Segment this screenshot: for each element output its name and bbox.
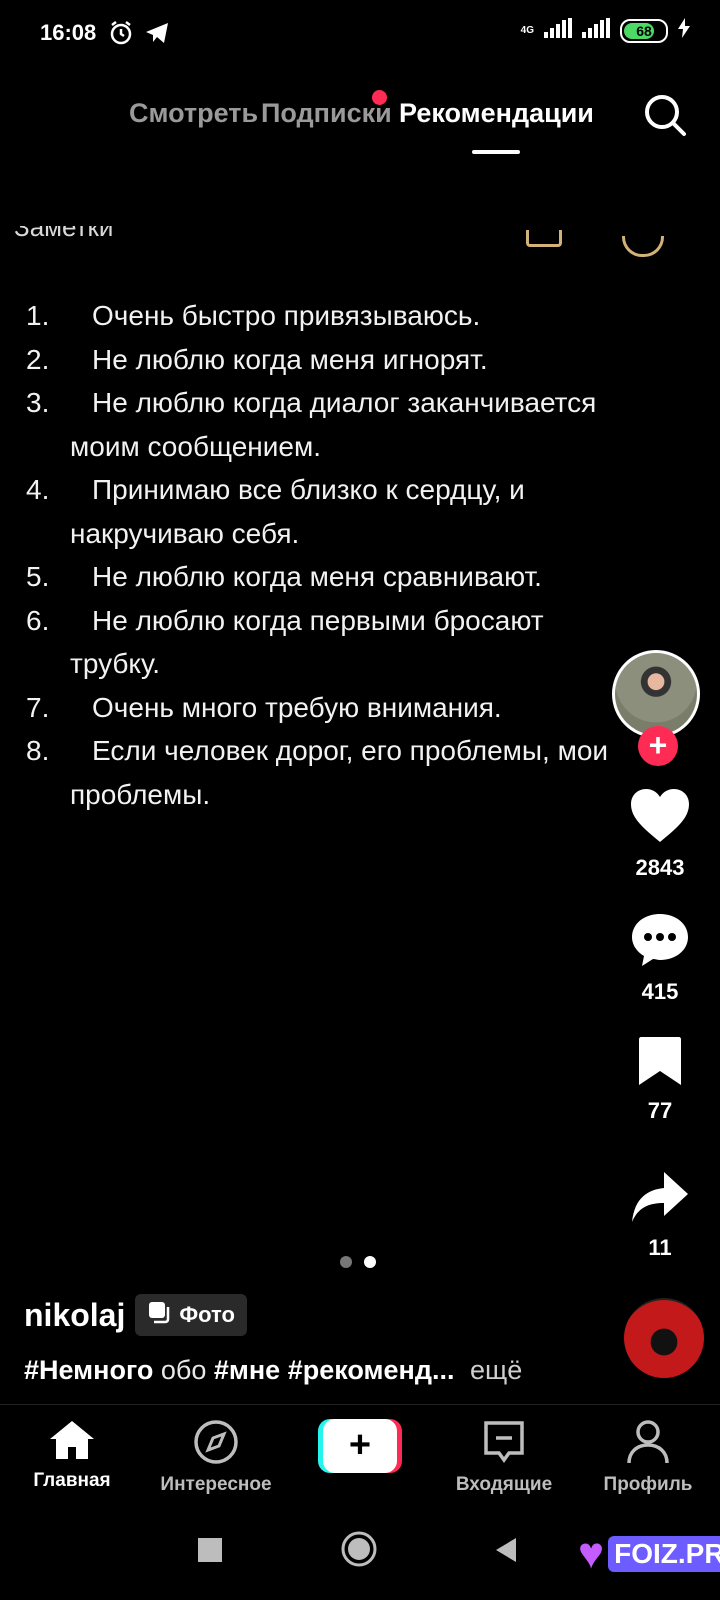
photo-badge-label: Фото	[179, 1302, 235, 1327]
bottom-nav: Главная Интересное + Входящие Профиль	[0, 1404, 720, 1505]
battery-level: 68	[636, 22, 652, 39]
list-item: 6. Не люблю когда первыми бросают трубку.	[26, 599, 616, 686]
create-button[interactable]: +	[318, 1419, 402, 1473]
more-link[interactable]: ещё	[470, 1355, 522, 1385]
list-text: Не люблю когда диалог заканчивается моим…	[70, 387, 597, 462]
status-time: 16:08	[40, 20, 97, 45]
heart-logo-icon: ♥	[578, 1529, 605, 1578]
share-arrow-icon[interactable]	[630, 1172, 690, 1228]
home-circle-icon[interactable]	[340, 1530, 378, 1573]
list-item: 4. Принимаю все близко к сердцу, и накруч…	[26, 468, 616, 555]
profile-icon[interactable]	[626, 1420, 670, 1469]
watermark: ♥ FOIZ.PRO	[578, 1532, 720, 1576]
caption-word: обо	[160, 1355, 207, 1385]
author-name[interactable]: nikolaj	[24, 1297, 125, 1334]
top-tabs: Смотреть Подписки Рекомендации	[0, 90, 720, 160]
compass-icon[interactable]	[193, 1420, 239, 1469]
like-button[interactable]: 2843	[600, 788, 720, 881]
hashtag[interactable]: #мне	[214, 1355, 280, 1385]
charging-icon	[678, 18, 690, 43]
list-text: Не люблю когда меня игнорят.	[92, 343, 488, 375]
share-icon	[526, 230, 562, 247]
plus-icon[interactable]: +	[323, 1419, 397, 1473]
signal-icon	[544, 18, 572, 43]
like-count: 2843	[635, 855, 685, 880]
comment-icon[interactable]	[630, 914, 690, 972]
heart-icon[interactable]	[629, 789, 691, 848]
list-number: 8.	[26, 735, 50, 766]
list-text: Не люблю когда первыми бросают трубку.	[70, 604, 544, 680]
nav-label-discover: Интересное	[160, 1474, 272, 1495]
telegram-icon	[144, 20, 170, 51]
photo-mode-icon	[147, 1300, 173, 1330]
list-item: 8. Если человек дорог, его проблемы, мои …	[26, 729, 616, 816]
back-icon[interactable]	[494, 1536, 518, 1569]
list-number: 7.	[26, 691, 50, 723]
notification-dot	[372, 90, 387, 105]
notes-header-cut: Заметки	[0, 226, 720, 250]
list-text: Очень много требую внимания.	[92, 691, 502, 723]
comment-button[interactable]: 415	[600, 912, 720, 1005]
comment-count: 415	[641, 979, 679, 1004]
list-item: 1. Очень быстро привязываюсь.	[26, 294, 616, 338]
save-button[interactable]: 77	[600, 1035, 720, 1124]
list-text: Принимаю все близко к сердцу, и накручив…	[70, 474, 525, 549]
author-row: nikolaj Фото	[24, 1294, 247, 1336]
note-list: 1. Очень быстро привязываюсь. 2. Не люблю …	[26, 294, 616, 816]
list-number: 6.	[26, 604, 50, 636]
list-text: Очень быстро привязываюсь.	[92, 300, 481, 331]
list-item: 2. Не люблю когда меня игнорят.	[26, 338, 616, 382]
list-item: 3. Не люблю когда диалог заканчивается мо…	[26, 381, 616, 468]
photo-badge: Фото	[135, 1294, 247, 1336]
tab-recommendations[interactable]: Рекомендации	[399, 98, 594, 129]
nav-label-home: Главная	[33, 1470, 111, 1491]
recents-icon[interactable]	[198, 1538, 222, 1567]
nav-label-inbox: Входящие	[455, 1474, 553, 1495]
bookmark-icon[interactable]	[637, 1037, 683, 1091]
status-bar: 16:08 4G 68	[0, 0, 720, 70]
list-number: 4.	[26, 474, 50, 505]
search-icon[interactable]	[640, 90, 690, 140]
alarm-icon	[108, 20, 134, 51]
author-avatar-wrap[interactable]: +	[612, 650, 700, 766]
list-item: 7. Очень много требую внимания.	[26, 686, 616, 730]
list-number: 3.	[26, 387, 50, 418]
save-count: 77	[647, 1098, 673, 1123]
carousel-dot[interactable]	[340, 1256, 352, 1268]
list-number: 1.	[26, 300, 50, 331]
home-icon[interactable]	[48, 1421, 96, 1465]
tab-watch[interactable]: Смотреть	[129, 98, 258, 129]
hashtag[interactable]: #рекоменд...	[288, 1355, 455, 1385]
list-item: 5. Не люблю когда меня сравнивают.	[26, 555, 616, 599]
inbox-icon[interactable]	[481, 1421, 527, 1469]
more-icon	[622, 236, 664, 257]
list-text: Если человек дорог, его проблемы, мои пр…	[70, 735, 609, 810]
list-number: 2.	[26, 343, 50, 375]
follow-button[interactable]: +	[638, 726, 678, 766]
watermark-text: FOIZ.PRO	[608, 1536, 720, 1572]
nav-label-profile: Профиль	[603, 1474, 693, 1495]
list-number: 5.	[26, 561, 50, 592]
list-text: Не люблю когда меня сравнивают.	[92, 561, 542, 592]
network-type: 4G	[520, 25, 534, 36]
nav-profile[interactable]: Профиль	[578, 1419, 718, 1496]
active-tab-indicator	[472, 150, 520, 154]
signal-icon-2	[582, 18, 610, 43]
nav-inbox[interactable]: Входящие	[434, 1419, 574, 1496]
tab-subscriptions[interactable]: Подписки	[261, 98, 392, 129]
hashtag[interactable]: #Немного	[24, 1355, 153, 1385]
avatar[interactable]	[612, 650, 700, 738]
notes-header-text: Заметки	[14, 226, 114, 242]
caption[interactable]: #Немного обо #мне #рекоменд... ещё	[24, 1355, 522, 1386]
nav-home[interactable]: Главная	[2, 1419, 142, 1492]
status-right: 4G 68	[521, 18, 690, 43]
share-count: 11	[648, 1235, 672, 1260]
carousel-dot-active[interactable]	[364, 1256, 376, 1268]
nav-discover[interactable]: Интересное	[146, 1419, 286, 1496]
carousel-dots	[340, 1256, 376, 1268]
battery-icon: 68	[620, 18, 668, 43]
music-disc[interactable]	[624, 1298, 704, 1378]
share-button[interactable]: 11	[600, 1170, 720, 1261]
